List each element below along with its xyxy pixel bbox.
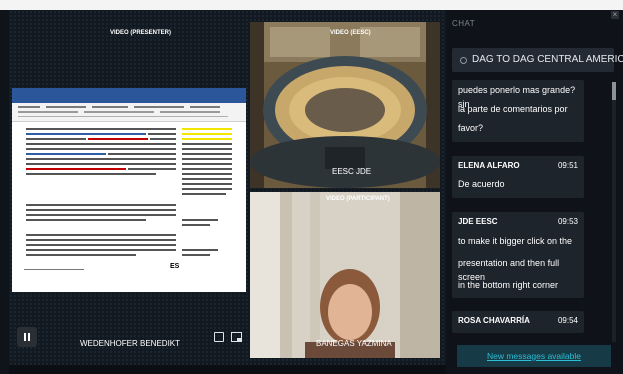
close-icon[interactable]: × bbox=[611, 11, 619, 19]
chat-message: puedes ponerlo mas grande? sin la parte … bbox=[452, 80, 584, 142]
message-author: ELENA ALFARO bbox=[458, 161, 520, 170]
participant-tile-label: VIDEO (PARTICIPANT) bbox=[326, 196, 390, 202]
room-video-tile[interactable] bbox=[250, 22, 440, 188]
word-ribbon bbox=[12, 103, 246, 122]
message-time: 09:54 bbox=[557, 316, 578, 325]
presenter-name: WEDENHOFER BENEDIKT bbox=[80, 339, 181, 348]
room-caption: EESC JDE bbox=[332, 167, 372, 176]
message-line: to make it bigger click on the bbox=[458, 236, 573, 246]
room-tile-label: VIDEO (EESC) bbox=[330, 30, 371, 36]
document-footnote bbox=[24, 269, 84, 270]
document-language-badge: ES bbox=[170, 263, 180, 270]
chat-message: ROSA CHAVARRÍA 09:54 bbox=[452, 311, 584, 333]
message-author: JDE EESC bbox=[458, 217, 498, 226]
conference-room-image bbox=[250, 22, 440, 188]
message-line: in the bottom right corner bbox=[458, 280, 559, 290]
chat-scrollbar[interactable] bbox=[612, 82, 616, 342]
participant-video-tile[interactable] bbox=[250, 192, 440, 358]
message-time: 09:53 bbox=[557, 217, 578, 226]
left-edge bbox=[0, 10, 9, 374]
word-title-bar bbox=[12, 88, 246, 97]
top-strip bbox=[0, 0, 623, 10]
presenter-tile-label: VIDEO (PRESENTER) bbox=[110, 30, 172, 36]
shared-document-screen[interactable]: ES bbox=[12, 88, 246, 292]
message-line: la parte de comentarios por bbox=[458, 104, 568, 114]
chat-title: CHAT bbox=[452, 19, 476, 28]
chat-scrollbar-thumb[interactable] bbox=[612, 82, 616, 100]
message-line: favor? bbox=[458, 123, 484, 133]
chat-channel-name: DAG TO DAG CENTRAL AMERICA J... bbox=[472, 54, 623, 65]
app-window: VIDEO (PRESENTER) ES WEDENHOFER BENEDIKT… bbox=[0, 0, 623, 374]
message-line: De acuerdo bbox=[458, 179, 505, 189]
fullscreen-icon[interactable] bbox=[214, 332, 224, 342]
chat-channel-selector[interactable]: DAG TO DAG CENTRAL AMERICA J... bbox=[452, 48, 623, 72]
new-messages-link[interactable]: New messages available bbox=[457, 351, 611, 361]
picture-in-picture-icon[interactable] bbox=[231, 332, 242, 342]
pause-button[interactable] bbox=[17, 327, 37, 347]
channel-dot-icon bbox=[460, 57, 467, 64]
participant-name: BANEGAS YAZMINA bbox=[316, 339, 392, 348]
document-page bbox=[22, 124, 236, 292]
new-messages-banner[interactable]: New messages available bbox=[457, 345, 611, 367]
participant-camera-image bbox=[250, 192, 440, 358]
chat-message: JDE EESC 09:53 to make it bigger click o… bbox=[452, 212, 584, 298]
message-author: ROSA CHAVARRÍA bbox=[458, 316, 530, 325]
message-time: 09:51 bbox=[557, 161, 578, 170]
chat-message: ELENA ALFARO 09:51 De acuerdo bbox=[452, 156, 584, 198]
